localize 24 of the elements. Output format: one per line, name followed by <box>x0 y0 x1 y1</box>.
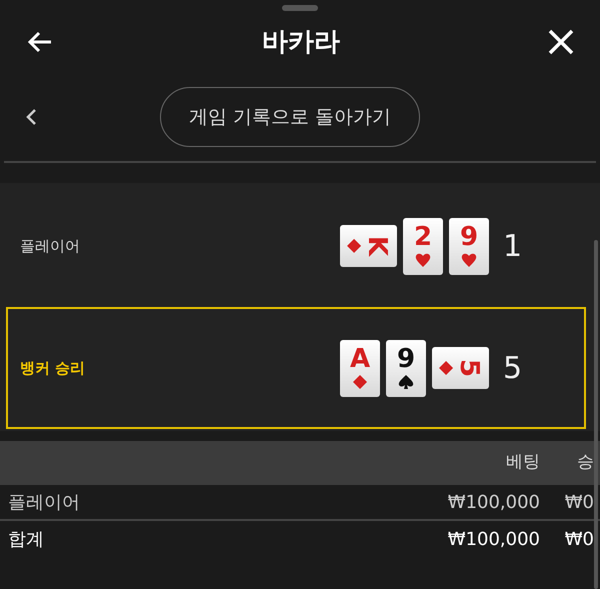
table-cell-text: ₩0 <box>564 490 594 514</box>
table-cell-text: ₩100,000 <box>446 528 540 552</box>
hand-label: 뱅커 승리 <box>20 358 86 379</box>
table-cell-text: 플레이어 <box>8 490 81 514</box>
window-title: 바카라 <box>262 26 340 58</box>
card-rank: 9 <box>396 346 416 372</box>
column-header: 베팅 <box>505 451 540 474</box>
hand-total: 5 <box>503 350 522 388</box>
drag-handle[interactable] <box>282 5 318 11</box>
hand-total: 1 <box>503 228 522 266</box>
table-cell-text: ₩0 <box>564 528 594 552</box>
close-icon[interactable] <box>548 29 574 55</box>
scrollbar[interactable] <box>594 240 598 589</box>
chevron-left-icon[interactable] <box>24 107 38 127</box>
table-cell-text: ₩100,000 <box>446 490 540 514</box>
card-rank: K <box>364 236 390 256</box>
card-rank: 9 <box>460 224 478 250</box>
card-rank: 2 <box>414 224 432 250</box>
column-header: 승 <box>576 451 594 474</box>
card-rank: A <box>350 346 370 372</box>
card-rank: 5 <box>456 358 482 378</box>
table-cell-text: 합계 <box>8 528 45 552</box>
hand-label: 플레이어 <box>20 236 81 257</box>
back-to-history-button[interactable]: 게임 기록으로 돌아가기 <box>160 87 420 147</box>
